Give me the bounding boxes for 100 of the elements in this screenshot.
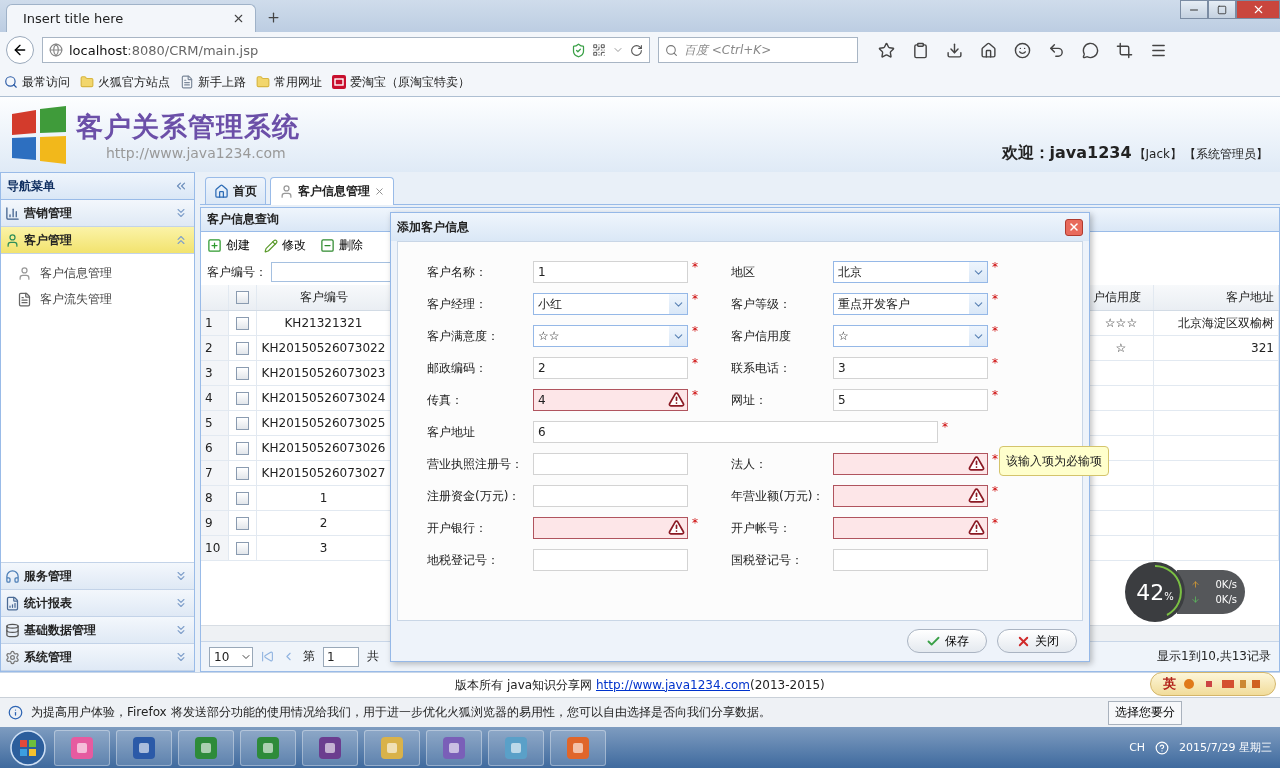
page-tab[interactable]: 客户信息管理 [270,177,394,205]
checkbox[interactable] [236,341,249,355]
start-icon[interactable] [8,728,48,767]
close-icon[interactable] [232,12,245,25]
page-size-select[interactable]: 10 [209,646,253,667]
minimize-icon[interactable] [1180,0,1208,19]
collapse-icon[interactable] [174,179,188,193]
reload-icon[interactable] [630,43,643,57]
dropdown-icon[interactable] [969,326,987,346]
checkbox[interactable] [236,316,249,330]
home-icon[interactable] [980,41,997,59]
clipboard-icon[interactable] [912,41,929,59]
close-button[interactable]: 关闭 [997,629,1077,653]
save-button[interactable]: 保存 [907,629,987,653]
app-icon[interactable] [54,729,110,766]
app-icon[interactable] [116,729,172,766]
input-field[interactable] [833,485,988,507]
checkbox[interactable] [236,416,249,430]
field-label: 客户经理： [427,295,488,313]
first-page-icon[interactable] [261,650,274,663]
sidebar-section[interactable]: 营销管理 [1,200,194,227]
sidebar-section[interactable]: 客户管理 [1,227,194,254]
page-tab[interactable]: 首页 [205,177,266,204]
document-icon [17,291,32,307]
app-icon[interactable] [550,729,606,766]
app-icon[interactable] [488,729,544,766]
qr-code-icon[interactable] [592,43,606,57]
clock-date: 2015/7/29 星期三 [1179,740,1272,755]
input-field[interactable]: 6 [533,421,938,443]
checkbox[interactable] [236,391,249,405]
checkbox[interactable] [236,491,249,505]
bookmark-link[interactable]: 常用网址 [274,73,322,91]
input-field[interactable]: 5 [833,389,988,411]
input-field[interactable] [833,517,988,539]
bookmark-link[interactable]: 最常访问 [22,73,70,91]
toolbar-button[interactable]: 创建 [207,237,250,254]
site-link[interactable]: http://www.java1234.com [595,677,750,692]
field-label: 联系电话： [731,359,792,377]
input-field[interactable] [533,517,688,539]
search-label: 客户编号： [207,263,267,281]
search-field[interactable]: 百度 <Ctrl+K> [658,37,858,63]
smile-icon[interactable] [1014,41,1031,59]
help-icon[interactable] [1155,740,1170,755]
checkbox[interactable] [236,541,249,555]
sidebar-section[interactable]: 服务管理 [1,563,194,590]
checkbox[interactable] [236,466,249,480]
toolbar-button[interactable]: 删除 [320,237,363,254]
panel-title: 客户信息查询 [207,211,279,228]
language-indicator[interactable]: CH [1129,741,1146,754]
select-field[interactable]: 小红 [533,293,688,315]
checkbox[interactable] [236,366,249,380]
input-field[interactable]: 2 [533,357,688,379]
sidebar-section[interactable]: 基础数据管理 [1,617,194,644]
share-button[interactable]: 选择您要分 [1108,700,1182,725]
select-field[interactable]: ☆ [833,325,988,347]
checkbox[interactable] [236,291,249,304]
field-label: 客户满意度： [427,327,500,345]
app-icon[interactable] [302,729,358,766]
checkbox[interactable] [236,441,249,455]
select-field[interactable]: ☆☆ [533,325,688,347]
new-tab-icon[interactable] [266,10,281,25]
page-field[interactable]: 1 [323,646,359,667]
dropdown-icon[interactable] [669,294,687,314]
welcome-text: 欢迎：java1234 [1001,143,1132,164]
sidebar-item[interactable]: 客户流失管理 [40,290,112,308]
checkbox[interactable] [236,516,249,530]
dropdown-icon[interactable] [669,326,687,346]
undo-icon[interactable] [1048,41,1065,59]
sidebar-item[interactable]: 客户信息管理 [40,264,112,282]
chart-icon [5,205,20,221]
toolbar-button[interactable]: 修改 [264,237,306,254]
app-icon[interactable] [178,729,234,766]
crop-icon[interactable] [1116,41,1133,59]
select-field[interactable]: 重点开发客户 [833,293,988,315]
bookmark-link[interactable]: 新手上路 [198,73,246,91]
required-mark: * [992,516,998,530]
sidebar-section[interactable]: 系统管理 [1,644,194,671]
address-field[interactable]: localhost:8080/CRM/main.jsp [42,37,650,63]
sidebar-section[interactable]: 统计报表 [1,590,194,617]
app-icon[interactable] [364,729,420,766]
input-field[interactable]: 1 [533,261,688,283]
chat-icon[interactable] [1082,41,1099,59]
select-field[interactable]: 北京 [833,261,988,283]
upload-speed: 0K/s [1215,579,1237,590]
page-label: 第 [303,648,315,665]
app-icon[interactable] [426,729,482,766]
close-button[interactable] [1065,218,1083,236]
star-icon[interactable] [878,41,895,59]
input-field[interactable]: 4 [533,389,688,411]
browser-tab[interactable]: Insert title here [6,4,256,32]
download-icon[interactable] [946,41,963,59]
back-button[interactable] [6,36,34,64]
input-field[interactable]: 3 [833,357,988,379]
bookmark-link[interactable]: 爱淘宝（原淘宝特卖） [350,73,470,91]
input-mode[interactable]: 英 [1163,675,1176,693]
app-icon[interactable] [240,729,296,766]
dropdown-icon[interactable] [969,294,987,314]
maximize-icon[interactable] [1208,0,1236,19]
dropdown-icon[interactable] [969,262,987,282]
bookmark-link[interactable]: 火狐官方站点 [98,73,170,91]
